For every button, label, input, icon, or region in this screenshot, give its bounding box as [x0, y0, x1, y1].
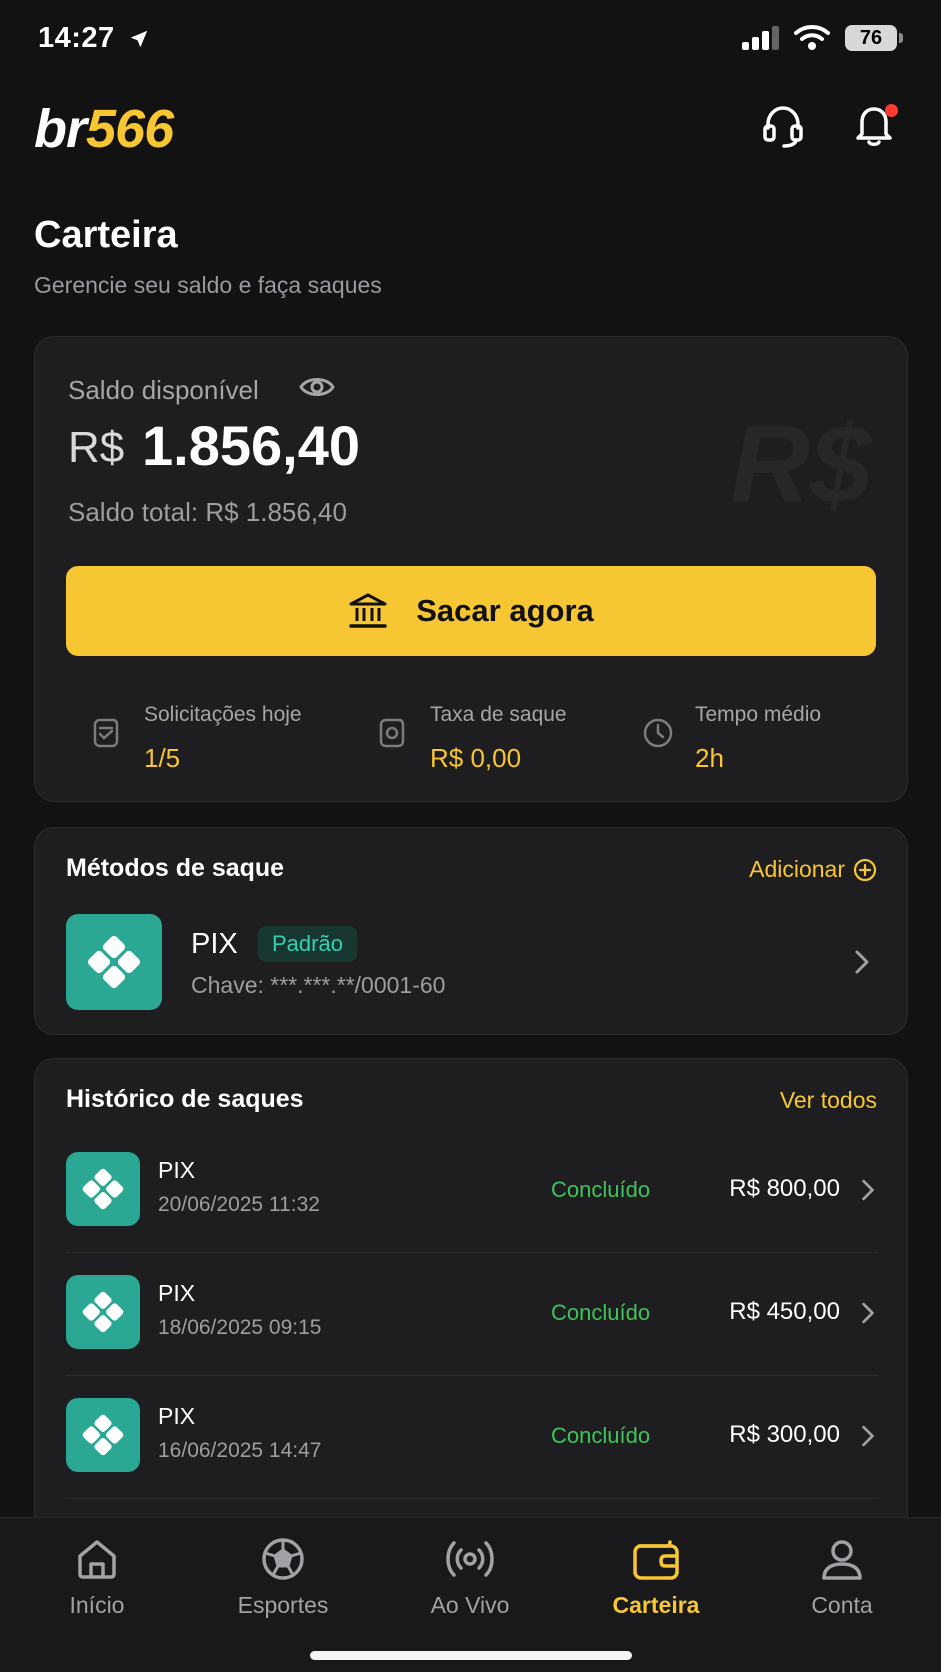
history-amount: R$ 800,00 — [729, 1175, 840, 1202]
nav-item-ao-vivo[interactable]: Ao Vivo — [376, 1518, 564, 1638]
pix-logo — [66, 914, 162, 1010]
stat-value: R$ 0,00 — [430, 743, 522, 773]
stat-value: 2h — [695, 743, 724, 773]
history-amount: R$ 450,00 — [729, 1298, 840, 1325]
pix-icon — [82, 1414, 124, 1456]
brand-logo[interactable]: br566 — [34, 98, 174, 160]
pix-logo — [66, 1152, 140, 1226]
nav-item-carteira[interactable]: Carteira — [562, 1518, 750, 1638]
home-icon — [78, 1540, 116, 1579]
nav-label: Carteira — [612, 1592, 700, 1618]
balance-amount: 1.856,40 — [142, 414, 360, 477]
requests-icon — [93, 718, 119, 748]
withdraw-now-button[interactable]: Sacar agora — [66, 566, 876, 656]
stat-label: Taxa de saque — [430, 703, 567, 726]
nav-item-conta[interactable]: Conta — [748, 1518, 936, 1638]
history-date: 18/06/2025 09:15 — [158, 1316, 322, 1339]
stat-label: Tempo médio — [695, 703, 822, 726]
history-date: 20/06/2025 11:32 — [158, 1193, 320, 1216]
history-title: Histórico de saques — [66, 1085, 304, 1113]
balance-currency: R$ — [68, 423, 125, 472]
history-method: PIX — [158, 1280, 196, 1306]
status-bar: 14:27 76 — [0, 0, 941, 80]
currency-watermark: R$ — [730, 403, 871, 526]
fee-icon — [379, 718, 405, 748]
history-date: 16/06/2025 14:47 — [158, 1439, 322, 1462]
clock-icon — [643, 718, 673, 748]
history-row[interactable]: PIX 20/06/2025 11:32 Concluído R$ 800,00 — [66, 1131, 878, 1253]
balance-card: R$ Saldo disponível R$ 1.856,40 Saldo to… — [34, 336, 908, 802]
location-arrow-icon — [130, 30, 148, 48]
add-method-button[interactable]: Adicionar — [749, 856, 877, 883]
wifi-icon — [794, 25, 830, 50]
wallet-icon — [633, 1540, 679, 1580]
default-badge: Padrão — [258, 926, 357, 962]
bottom-navigation: Início Esportes Ao Vivo Carteira Conta — [0, 1517, 941, 1672]
battery-tip — [899, 33, 903, 43]
history-amount: R$ 300,00 — [729, 1421, 840, 1448]
history-row[interactable]: PIX 16/06/2025 14:47 Concluído R$ 300,00 — [66, 1377, 878, 1499]
history-row[interactable]: PIX 18/06/2025 09:15 Concluído R$ 450,00 — [66, 1254, 878, 1376]
withdraw-methods-card: Métodos de saque Adicionar PIX Padrão Ch… — [34, 827, 908, 1035]
available-balance-label: Saldo disponível — [68, 375, 259, 405]
battery-indicator: 76 — [845, 25, 897, 51]
nav-label: Ao Vivo — [430, 1592, 510, 1618]
pix-logo — [66, 1275, 140, 1349]
home-indicator[interactable] — [310, 1651, 632, 1660]
eye-icon[interactable] — [299, 373, 335, 401]
total-balance: Saldo total: R$ 1.856,40 — [68, 497, 347, 527]
pix-icon — [87, 935, 141, 989]
cellular-signal-icon — [742, 26, 779, 50]
chevron-right-icon — [862, 1425, 874, 1447]
pix-icon — [82, 1168, 124, 1210]
withdraw-now-label: Sacar agora — [416, 593, 594, 628]
stat-value: 1/5 — [144, 743, 181, 773]
chevron-right-icon — [862, 1179, 874, 1201]
nav-item-inicio[interactable]: Início — [3, 1518, 191, 1638]
history-method: PIX — [158, 1403, 196, 1429]
nav-label: Conta — [811, 1592, 873, 1618]
user-icon — [822, 1540, 862, 1580]
stat-label: Solicitações hoje — [144, 703, 302, 726]
page-subtitle: Gerencie seu saldo e faça saques — [34, 272, 382, 298]
headset-support-icon[interactable] — [762, 104, 804, 150]
chevron-right-icon — [855, 950, 869, 974]
method-key: Chave: ***.***.**/0001-60 — [191, 972, 446, 998]
nav-item-esportes[interactable]: Esportes — [189, 1518, 377, 1638]
plus-circle-icon — [853, 858, 877, 881]
notification-badge — [885, 104, 898, 117]
notifications-button[interactable] — [854, 102, 900, 152]
method-item-pix[interactable]: PIX Padrão Chave: ***.***.**/0001-60 — [35, 914, 909, 1014]
history-status: Concluído — [551, 1177, 651, 1202]
method-name: PIX — [191, 928, 238, 960]
logo-text-br: br — [34, 99, 87, 159]
nav-label: Início — [69, 1592, 125, 1618]
view-all-link[interactable]: Ver todos — [780, 1087, 877, 1114]
history-status: Concluído — [551, 1423, 651, 1448]
chevron-right-icon — [862, 1302, 874, 1324]
history-status: Concluído — [551, 1300, 651, 1325]
methods-title: Métodos de saque — [66, 854, 285, 882]
bank-icon — [349, 593, 387, 628]
pix-logo — [66, 1398, 140, 1472]
nav-label: Esportes — [237, 1592, 329, 1618]
logo-text-566: 566 — [86, 99, 174, 159]
status-time: 14:27 — [38, 22, 115, 54]
pix-icon — [82, 1291, 124, 1333]
live-broadcast-icon — [446, 1541, 494, 1577]
add-method-label: Adicionar — [749, 856, 845, 882]
soccer-ball-icon — [262, 1538, 304, 1580]
history-method: PIX — [158, 1157, 196, 1183]
page-title: Carteira — [34, 214, 178, 256]
